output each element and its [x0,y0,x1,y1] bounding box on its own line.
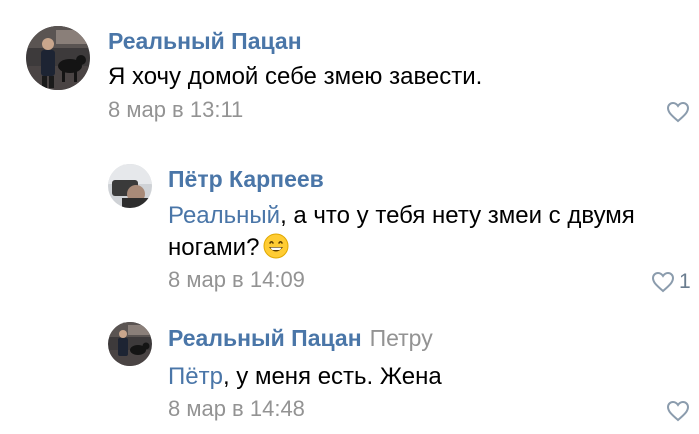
comment-date[interactable]: 8 мар в 13:11 [108,97,243,123]
avatar-photo [108,164,152,208]
comment-text: Пётр, у меня есть. Жена [168,360,442,394]
avatar[interactable] [108,164,152,208]
heart-outline-icon [651,271,675,293]
comment-text: Я хочу домой себе змею завести. [108,60,482,94]
author-line: Реальный Пацан [108,27,302,55]
mention-link[interactable]: Пётр [168,363,223,390]
like-button[interactable] [666,398,690,424]
author-line: Реальный Пацан Петру [168,324,433,352]
avatar[interactable] [26,26,90,90]
avatar-photo [26,26,90,90]
comment-text-body: , а что у тебя нету змеи с двумя [280,202,635,229]
comment-text-body: , у меня есть. Жена [222,363,442,390]
comment-date[interactable]: 8 мар в 14:09 [168,267,305,293]
comment-3: Реальный Пацан Петру Пётр, у меня есть. Ж… [0,310,699,434]
comment-1: Реальный Пацан Я хочу домой себе змею за… [0,0,699,140]
comment-text-line-2: ногами? [168,231,289,269]
avatar-photo [108,322,152,366]
author-name[interactable]: Реальный Пацан [168,325,362,351]
grinning-face-emoji-icon [263,233,289,269]
like-button[interactable]: 1 [651,269,691,295]
avatar[interactable] [108,322,152,366]
comment-text-body: ногами? [168,234,260,261]
mention-link[interactable]: Реальный [168,202,280,229]
author-line: Пётр Карпеев [168,165,324,193]
author-name[interactable]: Реальный Пацан [108,28,302,54]
comment-text-body: Я хочу домой себе змею завести. [108,63,483,90]
like-button[interactable] [666,99,690,125]
heart-outline-icon [666,101,690,123]
comment-text: Реальный, а что у тебя нету змеи с двумя [168,199,635,233]
heart-outline-icon [666,400,690,422]
reply-to-link[interactable]: Петру [370,325,433,351]
like-count: 1 [679,270,691,293]
comment-date[interactable]: 8 мар в 14:48 [168,396,305,422]
comment-2: Пётр Карпеев Реальный, а что у тебя нету… [0,150,699,300]
author-name[interactable]: Пётр Карпеев [168,166,324,192]
